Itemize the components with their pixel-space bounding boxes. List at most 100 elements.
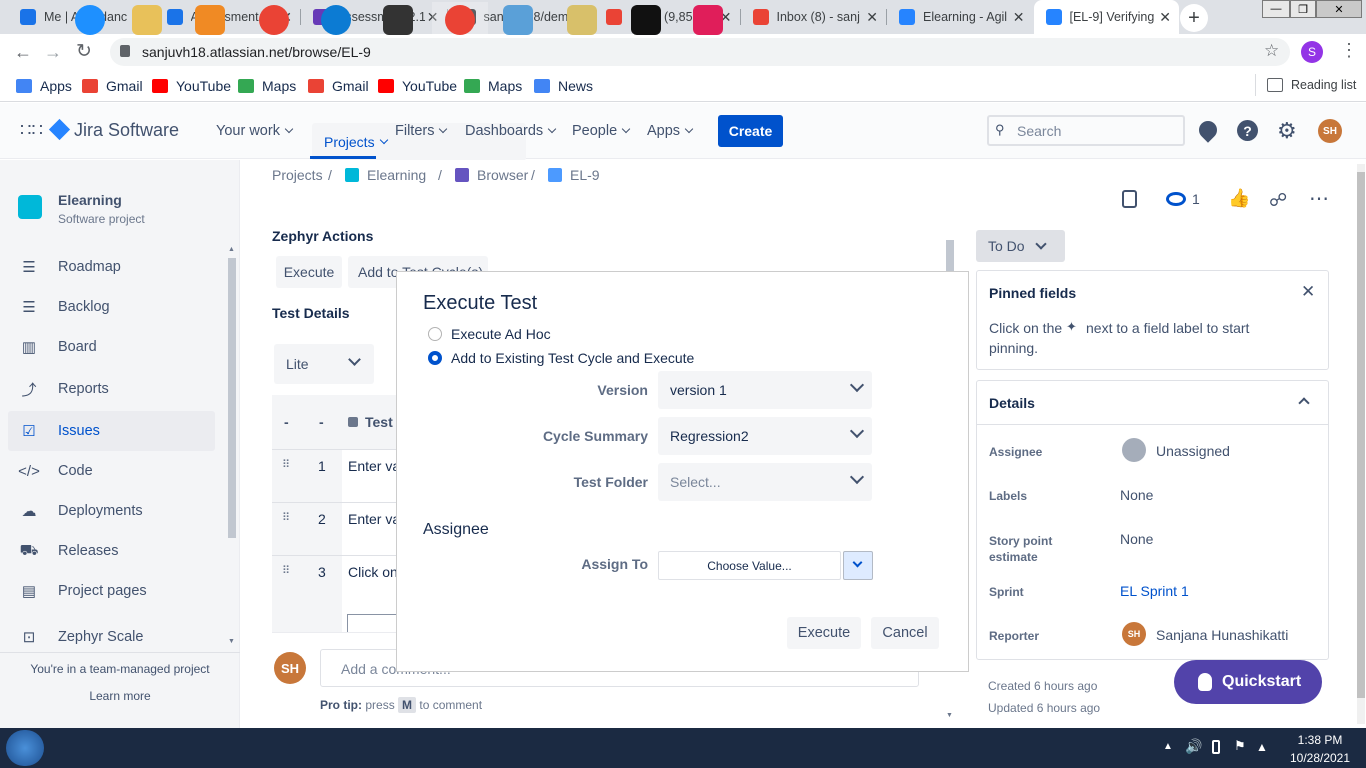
learn-more-link[interactable]: Learn more <box>0 689 240 703</box>
browser-tab[interactable]: [EL-9] Verifying ✕ <box>1033 0 1179 34</box>
version-select[interactable]: version 1 <box>658 371 872 409</box>
sidebar-item-deployments[interactable]: ☁ Deployments <box>18 502 143 520</box>
taskbar-app[interactable] <box>308 2 364 38</box>
taskbar-app[interactable] <box>432 2 488 38</box>
apps-icon <box>16 79 32 93</box>
test-folder-select[interactable]: Select... <box>658 463 872 501</box>
close-tab-icon[interactable]: ✕ <box>1013 9 1025 26</box>
quickstart-button[interactable]: Quickstart <box>1174 660 1322 704</box>
close-tab-icon[interactable]: ✕ <box>866 9 878 26</box>
sidebar-item-board[interactable]: ▥ Board <box>18 338 97 356</box>
bookmark-item[interactable]: Gmail <box>82 78 143 94</box>
assign-to-select[interactable]: Choose Value... <box>658 551 841 580</box>
tray-expand-icon[interactable]: ▲ <box>1163 741 1173 752</box>
project-name[interactable]: Elearning <box>58 192 122 208</box>
lock-icon[interactable] <box>1122 190 1137 208</box>
jira-logo-text[interactable]: Jira Software <box>74 120 179 141</box>
taskbar-app[interactable] <box>62 2 118 38</box>
nav-people[interactable]: People <box>572 123 631 139</box>
sidebar-item-issues[interactable]: ☑ Issues <box>18 422 100 440</box>
adhoc-label[interactable]: Execute Ad Hoc <box>451 326 551 342</box>
clock-date[interactable]: 10/28/2021 <box>1280 751 1360 765</box>
sidebar-scroll-up-icon[interactable]: ▲ <box>228 246 236 253</box>
maximize-button[interactable]: ❐ <box>1290 0 1316 18</box>
field-value-story-point-estimate[interactable]: None <box>1120 531 1153 547</box>
browser-tab[interactable]: Elearning - Agil ✕ <box>887 0 1033 34</box>
search-input[interactable]: Search <box>987 115 1185 146</box>
reading-list-button[interactable]: Reading list <box>1267 78 1356 92</box>
watch-eye-icon[interactable] <box>1166 192 1186 206</box>
bookmark-item[interactable]: YouTube <box>378 78 457 94</box>
adhoc-radio[interactable] <box>428 327 442 341</box>
more-actions-icon[interactable]: ⋯ <box>1309 186 1330 211</box>
sidebar-item-label: Reports <box>58 381 109 397</box>
nav-dashboards[interactable]: Dashboards <box>465 123 557 139</box>
nav-filters[interactable]: Filters <box>395 123 448 139</box>
cancel-label: Cancel <box>882 625 928 641</box>
field-value-assignee[interactable]: Unassigned <box>1156 443 1230 459</box>
sidebar-item-backlog[interactable]: ☰ Backlog <box>18 298 109 316</box>
taskbar-app[interactable] <box>680 2 736 38</box>
create-button[interactable]: Create <box>718 115 783 147</box>
new-tab-button[interactable]: + <box>1180 4 1208 32</box>
execute-button[interactable]: Execute <box>787 617 861 649</box>
nav-your-work[interactable]: Your work <box>216 123 294 139</box>
bookmark-item[interactable]: Apps <box>16 78 72 94</box>
field-value-sprint[interactable]: EL Sprint 1 <box>1120 583 1189 599</box>
existing-cycle-radio[interactable] <box>428 351 442 365</box>
sidebar-item-releases[interactable]: ⛟ Releases <box>18 542 119 560</box>
network-icon[interactable]: ▲ <box>1256 740 1268 754</box>
minimize-button[interactable]: — <box>1262 0 1290 18</box>
volume-icon[interactable]: 🔊 <box>1185 738 1202 755</box>
thumbs-up-icon[interactable]: 👍 <box>1228 188 1250 209</box>
profile-avatar[interactable]: S <box>1301 41 1323 63</box>
close-window-button[interactable]: ✕ <box>1316 0 1362 18</box>
page-scrollbar[interactable] <box>1357 172 1365 698</box>
app-switcher-icon[interactable]: ∷∷ <box>20 121 43 139</box>
bookmark-item[interactable]: News <box>534 78 593 94</box>
sidebar-item-roadmap[interactable]: ☰ Roadmap <box>18 258 121 276</box>
start-button[interactable] <box>6 730 44 766</box>
taskbar-app[interactable] <box>554 2 610 38</box>
forward-icon[interactable]: → <box>44 42 62 63</box>
close-tab-icon[interactable]: ✕ <box>1159 9 1171 26</box>
cancel-button[interactable]: Cancel <box>871 617 939 649</box>
back-icon[interactable]: ← <box>14 42 32 63</box>
sidebar-scrollbar[interactable] <box>228 258 236 538</box>
reload-icon[interactable]: ↻ <box>76 40 92 63</box>
sidebar-scroll-down-icon[interactable]: ▼ <box>228 638 236 646</box>
settings-icon[interactable]: ⚙ <box>1277 118 1297 144</box>
clock-time[interactable]: 1:38 PM <box>1280 733 1360 747</box>
flag-icon[interactable]: ⚑ <box>1234 738 1246 754</box>
taskbar-app[interactable] <box>119 2 175 38</box>
browser-tab[interactable]: Inbox (8) - sanj ✕ <box>741 0 887 34</box>
taskbar-app[interactable] <box>490 2 546 38</box>
taskbar-app[interactable] <box>246 2 302 38</box>
url-input[interactable]: sanjuvh18.atlassian.net/browse/EL-9 <box>110 38 1290 66</box>
sidebar-item-project-pages[interactable]: ▤ Project pages <box>18 582 147 600</box>
nav-apps[interactable]: Apps <box>647 123 694 139</box>
field-value-reporter[interactable]: Sanjana Hunashikatti <box>1156 627 1288 643</box>
taskbar-app[interactable] <box>182 2 238 38</box>
existing-cycle-label[interactable]: Add to Existing Test Cycle and Execute <box>451 350 694 366</box>
cycle-summary-select[interactable]: Regression2 <box>658 417 872 455</box>
sidebar-item-zephyr-scale[interactable]: ⊡ Zephyr Scale <box>18 628 144 646</box>
bookmark-item[interactable]: Maps <box>464 78 522 94</box>
taskbar-app[interactable] <box>370 2 426 38</box>
taskbar-app[interactable] <box>618 2 674 38</box>
chrome-menu-icon[interactable]: ⋮ <box>1340 40 1358 61</box>
battery-icon[interactable] <box>1212 740 1220 754</box>
sidebar-item-reports[interactable]: ⤴ Reports <box>18 380 109 399</box>
field-value-labels[interactable]: None <box>1120 487 1153 503</box>
bookmark-item[interactable]: Gmail <box>308 78 369 94</box>
sidebar-item-label: Project pages <box>58 583 147 599</box>
help-icon[interactable]: ? <box>1237 120 1258 141</box>
user-avatar[interactable]: SH <box>1318 119 1342 143</box>
status-dropdown[interactable]: To Do <box>976 230 1065 262</box>
bookmark-item[interactable]: YouTube <box>152 78 231 94</box>
bookmark-item[interactable]: Maps <box>238 78 296 94</box>
close-icon[interactable]: ✕ <box>1301 282 1315 302</box>
sidebar-item-code[interactable]: </> Code <box>18 462 93 480</box>
share-icon[interactable]: ☍ <box>1269 190 1287 211</box>
bookmark-star-icon[interactable]: ☆ <box>1264 41 1279 61</box>
